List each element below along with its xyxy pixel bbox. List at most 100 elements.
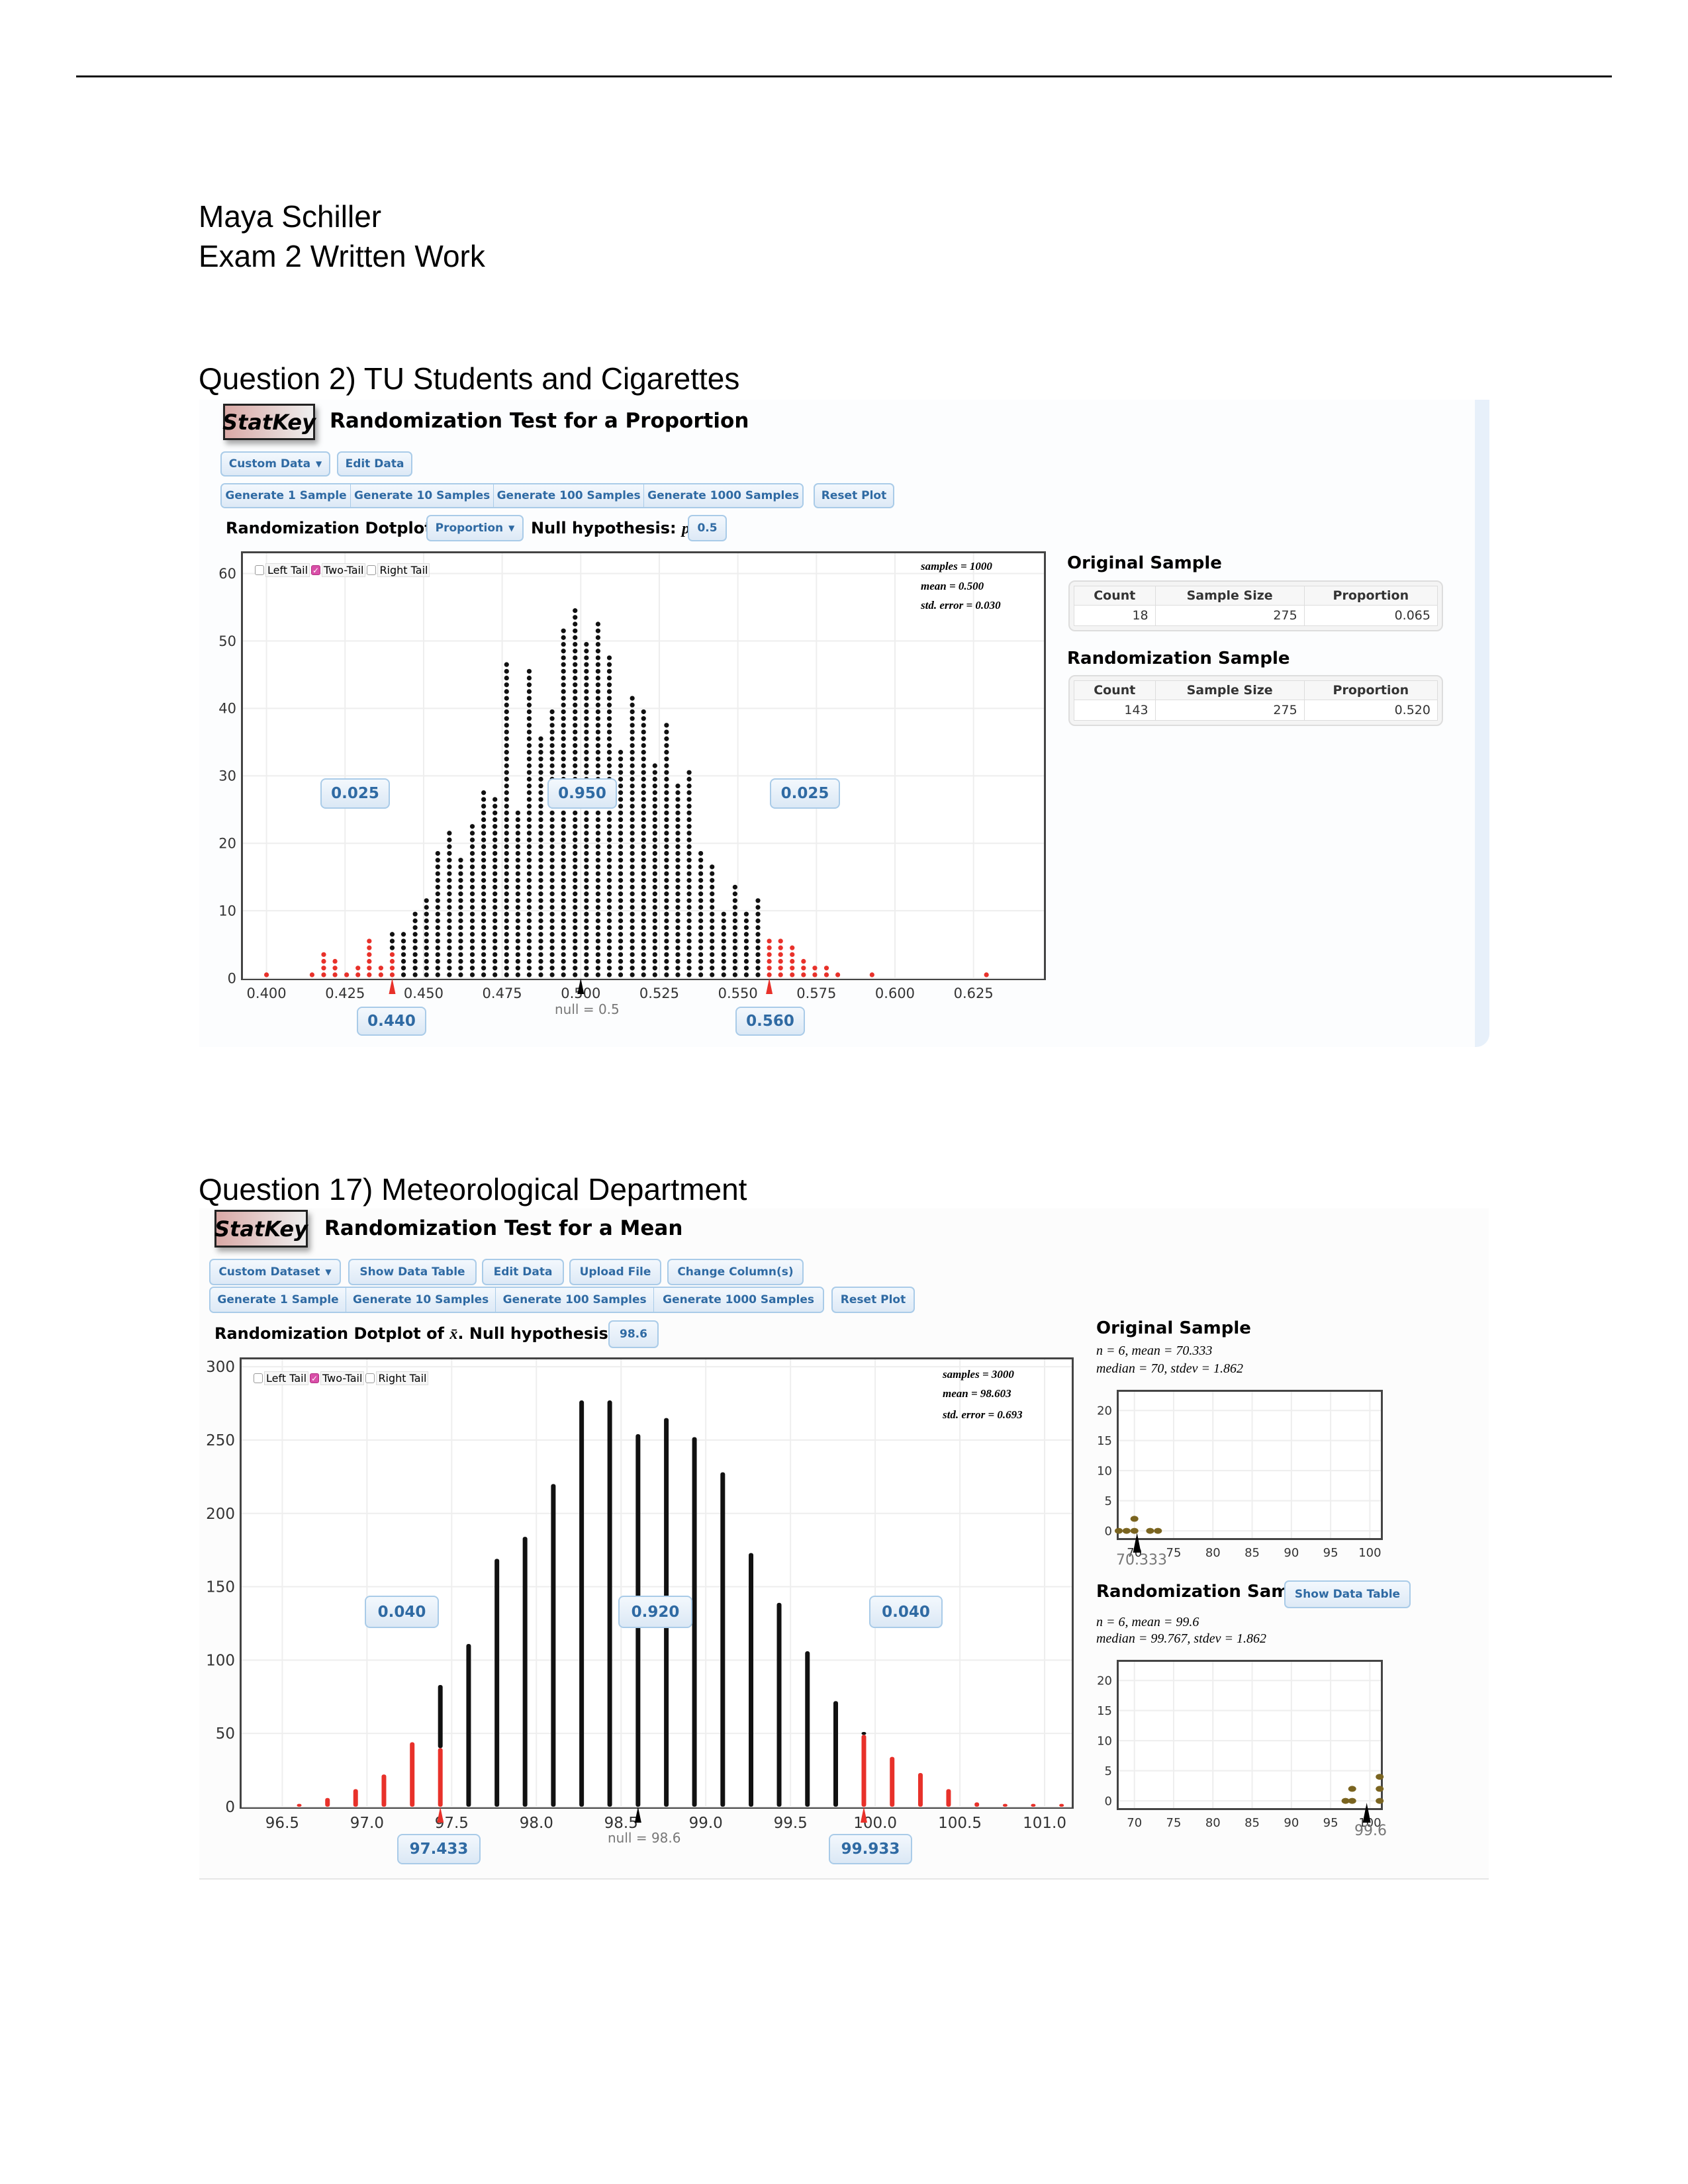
dot xyxy=(743,972,749,978)
dot xyxy=(618,803,624,809)
null-hypothesis-label: Null hypothesis: p = xyxy=(531,519,708,538)
reset-plot-button[interactable]: Reset Plot xyxy=(831,1287,915,1313)
generate-1-sample-button[interactable]: Generate 1 Sample xyxy=(222,484,352,507)
generate-1000-samples-button[interactable]: Generate 1000 Samples xyxy=(644,484,802,507)
dot xyxy=(492,817,498,823)
left-tail-checkbox[interactable] xyxy=(254,1373,263,1383)
dot xyxy=(458,966,463,971)
dot xyxy=(606,864,612,870)
dot xyxy=(573,770,578,775)
custom-data-dropdown[interactable]: Custom Data ▼ xyxy=(220,451,330,477)
two-tail-checkbox[interactable]: ✓ xyxy=(310,1373,320,1383)
right-tail-proportion[interactable]: 0.025 xyxy=(770,778,840,809)
dot xyxy=(675,884,680,890)
dot xyxy=(618,905,624,910)
custom-dataset-dropdown[interactable]: Custom Dataset ▼ xyxy=(209,1259,341,1285)
randomization-summary-line2: median = 99.767, stdev = 1.862 xyxy=(1096,1631,1266,1646)
right-tail-checkbox[interactable] xyxy=(367,565,377,575)
dot xyxy=(492,905,498,910)
dot xyxy=(504,729,509,735)
dot xyxy=(526,756,532,762)
left-cutoff-value[interactable]: 97.433 xyxy=(397,1834,481,1864)
null-value-input[interactable]: 0.5 xyxy=(688,515,727,541)
right-tail-checkbox[interactable] xyxy=(365,1373,375,1383)
original-sample-heading: Original Sample xyxy=(1067,553,1222,573)
dot xyxy=(435,932,440,937)
dot xyxy=(492,966,498,971)
dot xyxy=(595,966,601,971)
dot xyxy=(675,797,680,802)
dot xyxy=(641,918,646,923)
dot xyxy=(641,797,646,802)
dot xyxy=(573,675,578,681)
change-columns-button[interactable]: Change Column(s) xyxy=(667,1259,804,1285)
upload-file-button[interactable]: Upload File xyxy=(569,1259,661,1285)
dot xyxy=(584,945,589,950)
generate-10-samples-button[interactable]: Generate 10 Samples xyxy=(346,1288,496,1312)
dot xyxy=(561,810,566,815)
dot xyxy=(481,864,487,870)
dot xyxy=(664,945,669,950)
dot xyxy=(641,729,646,735)
dot xyxy=(698,966,704,971)
dot xyxy=(526,925,532,931)
y-tick-label: 20 xyxy=(218,836,236,852)
reset-plot-button[interactable]: Reset Plot xyxy=(814,483,894,508)
dot xyxy=(698,850,704,856)
generate-100-samples-button[interactable]: Generate 100 Samples xyxy=(496,1288,655,1312)
dot xyxy=(686,810,692,815)
dot xyxy=(618,958,624,964)
middle-proportion[interactable]: 0.950 xyxy=(547,778,617,809)
left-tail-checkbox[interactable] xyxy=(255,565,264,575)
dot xyxy=(549,918,555,923)
right-tail-proportion[interactable]: 0.040 xyxy=(869,1596,943,1628)
dot xyxy=(584,891,589,897)
generate-10-samples-button[interactable]: Generate 10 Samples xyxy=(351,484,494,507)
generate-1-sample-button[interactable]: Generate 1 Sample xyxy=(211,1288,347,1312)
edit-data-button[interactable]: Edit Data xyxy=(337,451,412,477)
null-value-input[interactable]: 98.6 xyxy=(608,1320,659,1348)
dot xyxy=(710,972,715,978)
dot xyxy=(630,925,635,931)
two-tail-checkbox[interactable]: ✓ xyxy=(311,565,321,575)
middle-proportion[interactable]: 0.920 xyxy=(618,1596,692,1628)
statistic-dropdown[interactable]: Proportion ▼ xyxy=(426,515,524,541)
document-subtitle: Exam 2 Written Work xyxy=(199,239,485,273)
dot xyxy=(573,850,578,856)
dot xyxy=(584,938,589,944)
dot xyxy=(561,958,566,964)
dot xyxy=(549,817,555,823)
show-data-table-button[interactable]: Show Data Table xyxy=(348,1259,477,1285)
dot xyxy=(424,918,429,923)
left-tail-proportion[interactable]: 0.040 xyxy=(365,1596,439,1628)
dot xyxy=(481,925,487,931)
dot xyxy=(435,958,440,964)
generate-100-samples-button[interactable]: Generate 100 Samples xyxy=(494,484,645,507)
dot xyxy=(573,824,578,829)
dot xyxy=(652,831,657,836)
left-cutoff-value[interactable]: 0.440 xyxy=(357,1007,426,1036)
dot xyxy=(584,662,589,667)
dot xyxy=(469,972,475,978)
two-tail-label: Two-Tail xyxy=(320,1371,365,1385)
generate-1000-samples-button[interactable]: Generate 1000 Samples xyxy=(654,1288,823,1312)
tail-dot xyxy=(389,966,395,971)
dot xyxy=(561,756,566,762)
dot xyxy=(710,918,715,923)
dot xyxy=(630,736,635,741)
edit-data-button[interactable]: Edit Data xyxy=(482,1259,564,1285)
dot xyxy=(664,966,669,971)
dot xyxy=(504,776,509,782)
dot xyxy=(538,770,543,775)
dot xyxy=(573,689,578,694)
dot xyxy=(504,864,509,870)
right-cutoff-value[interactable]: 99.933 xyxy=(829,1834,912,1864)
left-tail-proportion[interactable]: 0.025 xyxy=(320,778,390,809)
show-data-table-button[interactable]: Show Data Table xyxy=(1284,1580,1411,1608)
cell-count: 18 xyxy=(1074,605,1156,626)
right-cutoff-value[interactable]: 0.560 xyxy=(735,1007,805,1036)
dot xyxy=(686,925,692,931)
dot xyxy=(561,837,566,842)
dot xyxy=(630,709,635,715)
dot xyxy=(618,925,624,931)
